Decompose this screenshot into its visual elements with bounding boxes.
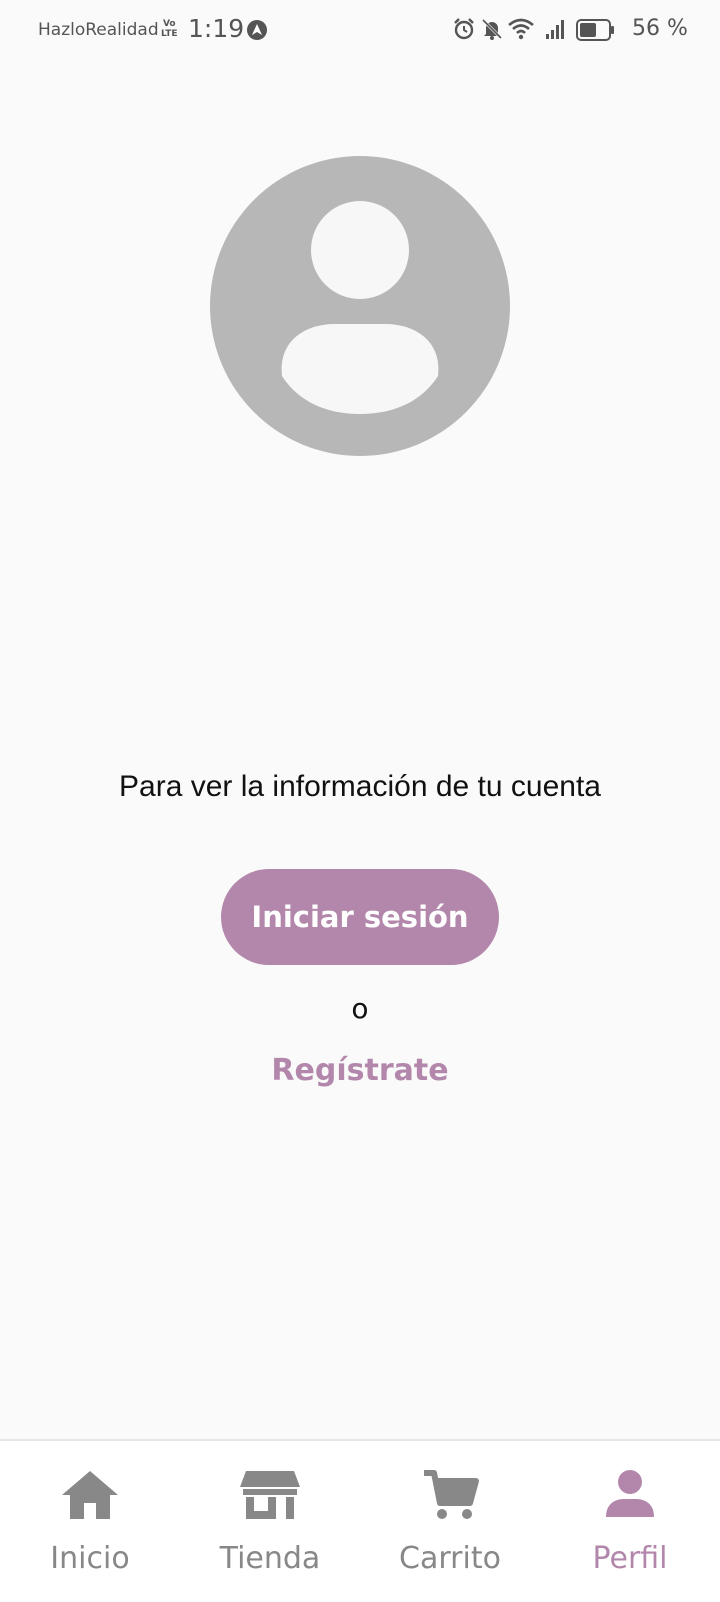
- battery-icon: [576, 19, 614, 41]
- navigation-app-icon: [247, 20, 267, 40]
- carrier-name: HazloRealidad: [38, 20, 159, 40]
- volte-indicator: Vo LTE: [161, 19, 178, 39]
- volte-top: Vo: [162, 19, 176, 29]
- home-icon: [62, 1471, 118, 1519]
- nav-label: Carrito: [399, 1541, 501, 1576]
- cart-icon: [424, 1470, 479, 1519]
- nav-item-tienda[interactable]: Tienda: [180, 1441, 360, 1602]
- nav-item-carrito[interactable]: Carrito: [360, 1441, 540, 1602]
- nav-label: Perfil: [592, 1541, 668, 1576]
- nav-item-perfil[interactable]: Perfil: [540, 1441, 720, 1602]
- bottom-navigation: Inicio Tienda Carrito Perfil: [0, 1439, 720, 1602]
- cell-signal-icon: [546, 20, 564, 39]
- wifi-icon: [508, 18, 534, 40]
- register-link[interactable]: Regístrate: [0, 1053, 720, 1088]
- nav-label: Inicio: [50, 1541, 130, 1576]
- nav-label: Tienda: [219, 1541, 321, 1576]
- or-separator: o: [351, 992, 369, 1025]
- avatar-placeholder-icon: [210, 156, 510, 456]
- store-icon: [240, 1471, 300, 1519]
- login-button[interactable]: Iniciar sesión: [221, 869, 499, 965]
- nav-item-inicio[interactable]: Inicio: [0, 1441, 180, 1602]
- person-icon: [606, 1470, 654, 1517]
- volte-bottom: LTE: [161, 29, 178, 39]
- status-bar: HazloRealidad Vo LTE 1:19 56 %: [0, 0, 720, 60]
- bell-off-icon: [481, 18, 503, 40]
- login-prompt-text: Para ver la información de tu cuenta: [119, 770, 601, 803]
- battery-percent: 56 %: [632, 16, 688, 41]
- alarm-icon: [454, 18, 474, 40]
- status-time: 1:19: [188, 14, 245, 43]
